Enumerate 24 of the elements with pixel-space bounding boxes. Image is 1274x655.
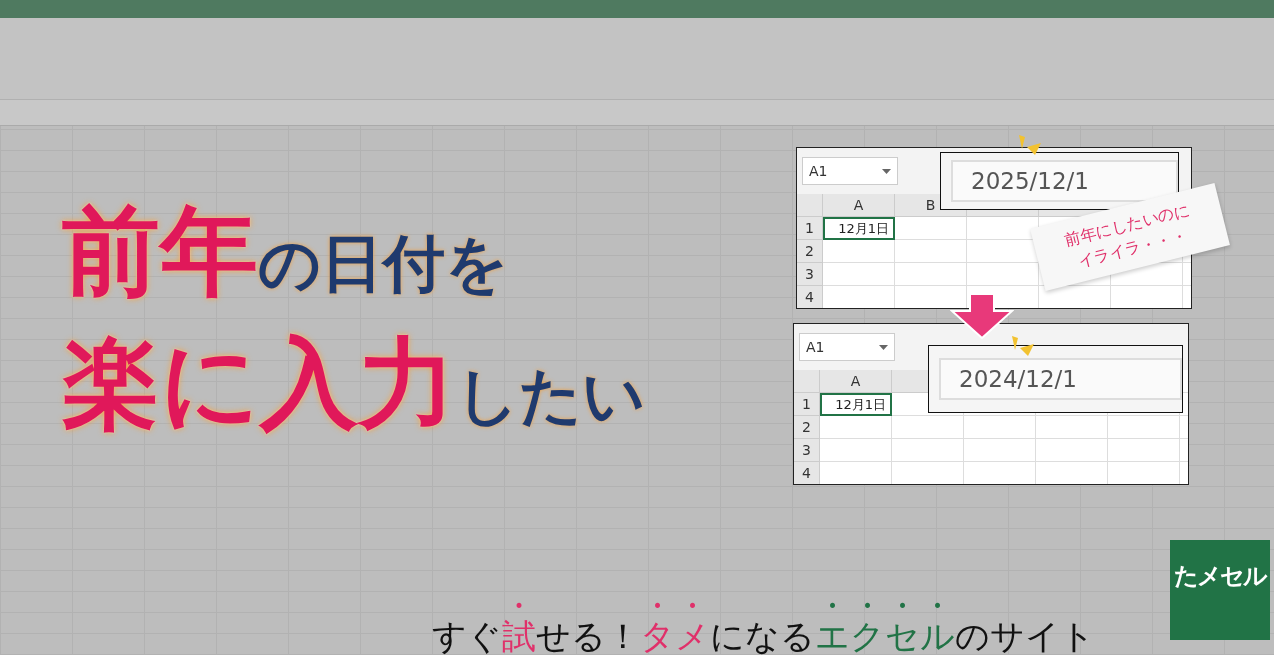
name-box[interactable]: A1	[799, 333, 895, 361]
row-header: 2	[794, 416, 820, 439]
select-all-corner[interactable]	[794, 370, 820, 393]
formula-callout: 2024/12/1	[928, 345, 1183, 413]
caret-icon	[882, 168, 891, 174]
row-header: 1	[797, 217, 823, 240]
sparkle-icon	[1017, 135, 1043, 157]
sparkle-icon	[1010, 336, 1036, 358]
row-header: 3	[794, 439, 820, 462]
row-header: 4	[794, 462, 820, 484]
select-all-corner[interactable]	[797, 194, 823, 217]
row-header: 3	[797, 263, 823, 286]
row-header: 1	[794, 393, 820, 416]
column-header: A	[823, 194, 895, 217]
selected-cell[interactable]: 12月1日	[820, 393, 892, 416]
selected-cell[interactable]: 12月1日	[823, 217, 895, 240]
logo: たメセル	[1170, 540, 1270, 640]
row-header: 4	[797, 286, 823, 308]
headline: 前年の日付を 楽に入力 したい	[62, 193, 645, 443]
row-header: 2	[797, 240, 823, 263]
tagline: すぐ試せる！タメ になる エクセルのサイト	[432, 615, 1095, 655]
caret-icon	[879, 344, 888, 350]
column-header: A	[820, 370, 892, 393]
name-box[interactable]: A1	[802, 157, 898, 185]
